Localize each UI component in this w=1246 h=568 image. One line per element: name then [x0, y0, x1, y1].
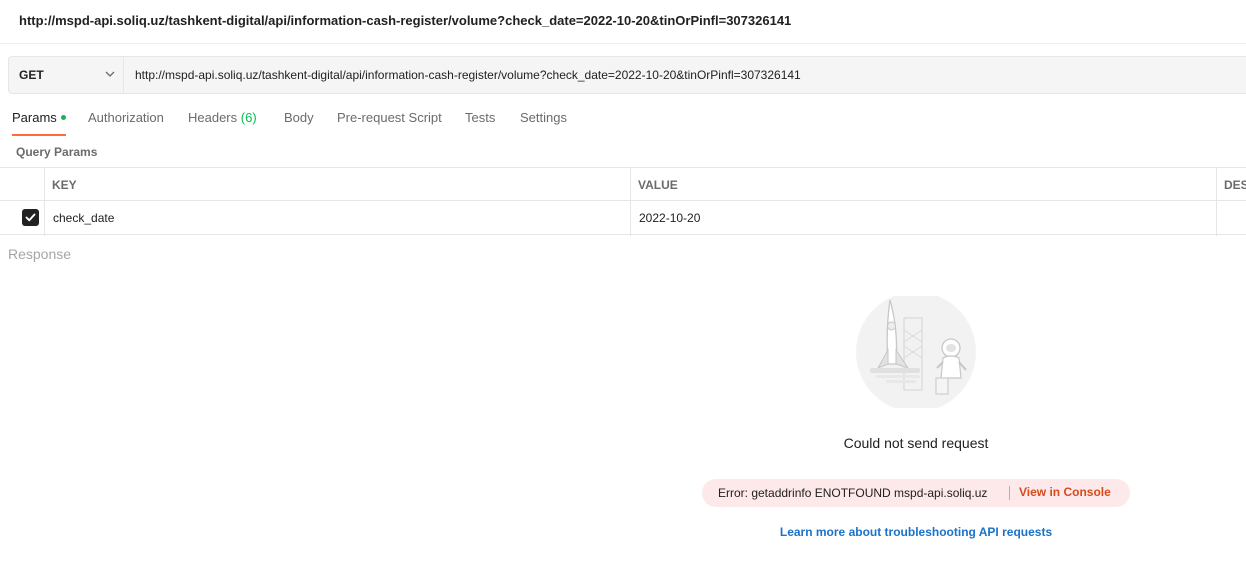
view-in-console-link[interactable]: View in Console: [1019, 485, 1111, 499]
request-title[interactable]: http://mspd-api.soliq.uz/tashkent-digita…: [19, 13, 791, 28]
param-key-cell[interactable]: check_date: [44, 202, 630, 235]
headers-count: (6): [240, 110, 257, 125]
tab-settings[interactable]: Settings: [520, 110, 567, 136]
tab-prerequest-script[interactable]: Pre-request Script: [337, 110, 442, 136]
column-divider: [630, 168, 631, 236]
tab-headers-label: Headers: [188, 110, 238, 125]
request-url-bar: GET: [8, 56, 1246, 94]
tab-headers[interactable]: Headers (6): [188, 110, 257, 136]
table-header-key: KEY: [44, 168, 630, 201]
response-section-label: Response: [8, 246, 72, 262]
param-description-cell[interactable]: [1216, 202, 1246, 235]
tab-authorization[interactable]: Authorization: [88, 110, 164, 136]
chevron-down-icon: [105, 71, 115, 77]
params-active-dot: [60, 115, 66, 120]
param-value-cell[interactable]: 2022-10-20: [630, 202, 1216, 235]
tab-params[interactable]: Params: [12, 110, 66, 136]
method-label: GET: [19, 68, 44, 82]
error-banner: Error: getaddrinfo ENOTFOUND mspd-api.so…: [702, 479, 1130, 507]
request-title-bar: http://mspd-api.soliq.uz/tashkent-digita…: [0, 0, 1246, 44]
method-select[interactable]: GET: [9, 57, 124, 93]
query-params-table: KEY VALUE DES check_date 2022-10-20: [0, 167, 1246, 236]
check-icon: [25, 213, 36, 222]
table-header-description: DES: [1216, 168, 1246, 201]
tab-body[interactable]: Body: [284, 110, 314, 136]
tab-params-label: Params: [12, 110, 57, 125]
error-divider: [1009, 486, 1010, 500]
empty-state-title: Could not send request: [843, 435, 989, 451]
column-divider: [1216, 168, 1217, 236]
column-divider: [44, 168, 45, 236]
param-enabled-checkbox[interactable]: [22, 209, 39, 226]
table-header-value: VALUE: [630, 168, 1216, 201]
url-input[interactable]: [125, 57, 1245, 93]
error-message: Error: getaddrinfo ENOTFOUND mspd-api.so…: [718, 486, 988, 500]
query-params-title: Query Params: [16, 145, 98, 159]
tab-tests[interactable]: Tests: [465, 110, 495, 136]
rocket-astronaut-illustration: [856, 296, 976, 408]
table-header-checkbox-cell: [0, 168, 44, 201]
troubleshooting-link[interactable]: Learn more about troubleshooting API req…: [762, 525, 1070, 539]
